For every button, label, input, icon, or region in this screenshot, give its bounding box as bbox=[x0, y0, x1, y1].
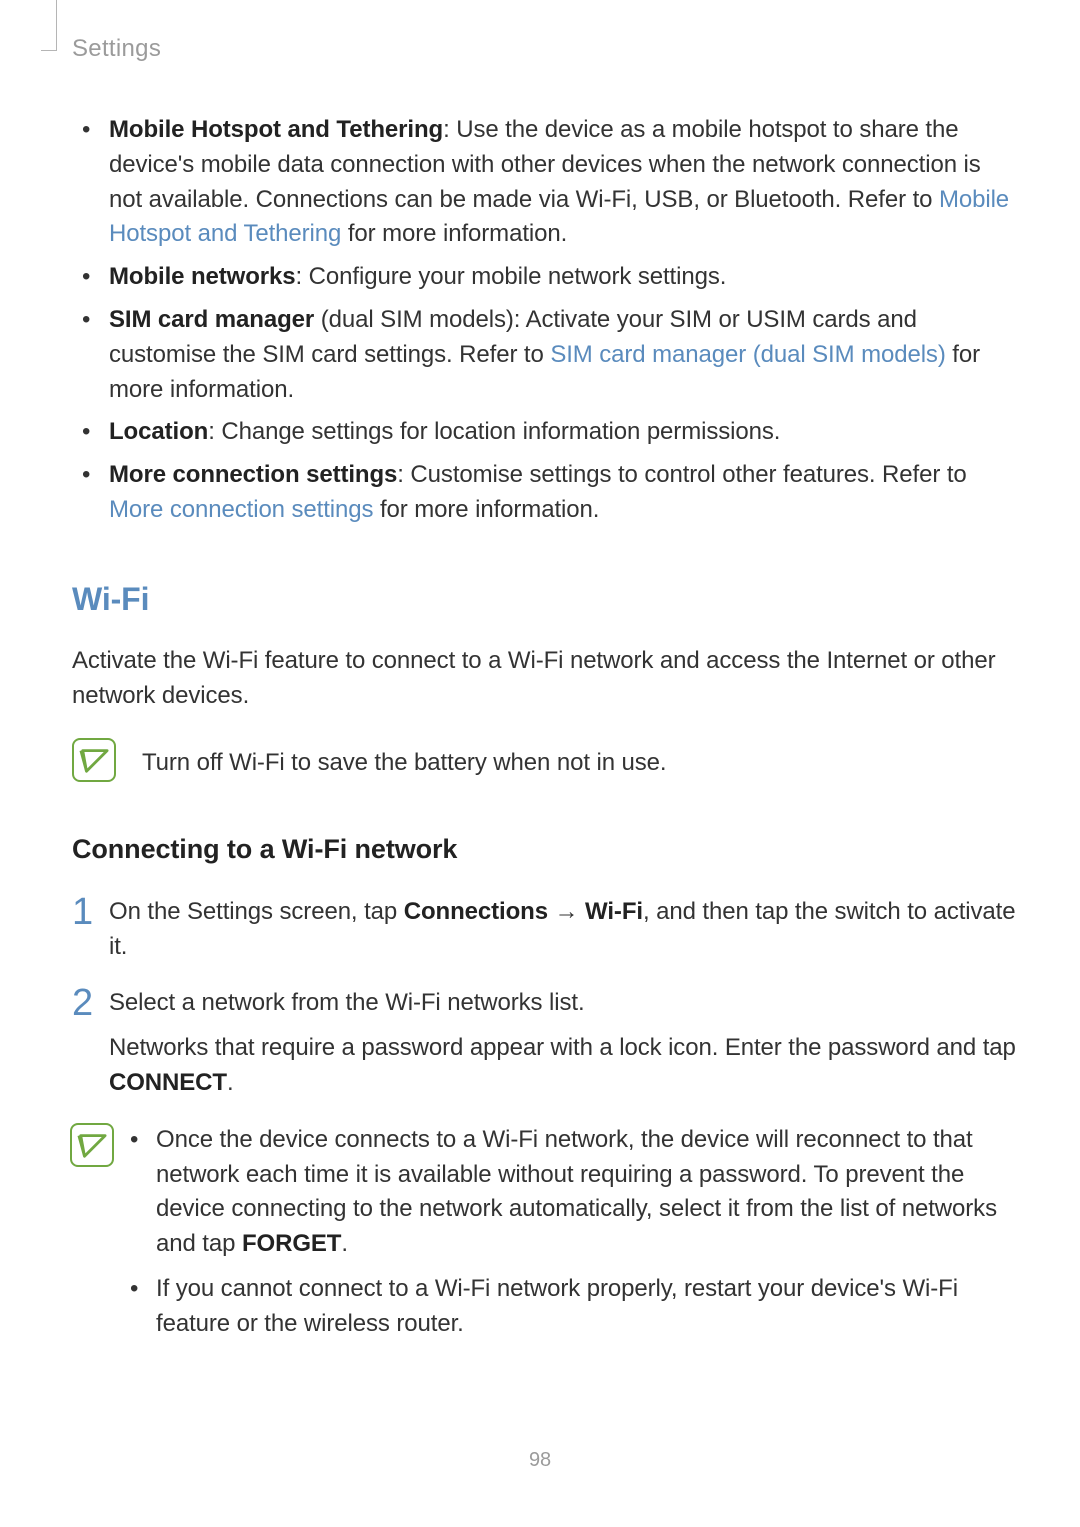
link-more[interactable]: More connection settings bbox=[109, 496, 373, 523]
text: If you cannot connect to a Wi-Fi network… bbox=[156, 1275, 958, 1337]
step-2: Select a network from the Wi-Fi networks… bbox=[72, 986, 1016, 1100]
text: Networks that require a password appear … bbox=[109, 1034, 1016, 1061]
arrow: → bbox=[548, 898, 585, 925]
note-row: Turn off Wi-Fi to save the battery when … bbox=[72, 738, 1016, 782]
list-item: Mobile networks: Configure your mobile n… bbox=[72, 260, 1016, 295]
feature-list: Mobile Hotspot and Tethering: Use the de… bbox=[72, 113, 1016, 528]
note-text: Turn off Wi-Fi to save the battery when … bbox=[142, 738, 1016, 781]
tab-indicator bbox=[41, 0, 57, 51]
label-bold: Connections bbox=[404, 898, 548, 925]
text: : Customise settings to control other fe… bbox=[397, 461, 966, 488]
list-item: If you cannot connect to a Wi-Fi network… bbox=[120, 1272, 1016, 1342]
label-bold: CONNECT bbox=[109, 1069, 227, 1096]
text: : Configure your mobile network settings… bbox=[296, 263, 727, 290]
text: : Change settings for location informati… bbox=[208, 418, 780, 445]
list-item: More connection settings: Customise sett… bbox=[72, 458, 1016, 528]
text: for more information. bbox=[341, 220, 567, 247]
label-bold: Wi-Fi bbox=[585, 898, 643, 925]
text: . bbox=[227, 1069, 234, 1096]
heading-connecting: Connecting to a Wi-Fi network bbox=[72, 830, 1016, 869]
heading-wifi: Wi-Fi bbox=[72, 576, 1016, 622]
wifi-intro: Activate the Wi-Fi feature to connect to… bbox=[72, 644, 1016, 714]
label-bold: SIM card manager bbox=[109, 306, 314, 333]
tip-list: Once the device connects to a Wi-Fi netw… bbox=[120, 1123, 1016, 1352]
page-number: 98 bbox=[0, 1446, 1080, 1475]
list-item: Location: Change settings for location i… bbox=[72, 415, 1016, 450]
text: On the Settings screen, tap bbox=[109, 898, 404, 925]
list-item: SIM card manager (dual SIM models): Acti… bbox=[72, 303, 1016, 407]
label-bold: Location bbox=[109, 418, 208, 445]
link-sim[interactable]: SIM card manager (dual SIM models) bbox=[550, 341, 945, 368]
note-icon-wrap bbox=[70, 1123, 120, 1167]
note-icon-wrap bbox=[72, 738, 122, 782]
label-bold: Mobile networks bbox=[109, 263, 296, 290]
note-block: Once the device connects to a Wi-Fi netw… bbox=[72, 1123, 1016, 1352]
step-2-sub: Networks that require a password appear … bbox=[109, 1031, 1016, 1101]
steps-list: On the Settings screen, tap Connections … bbox=[72, 895, 1016, 1101]
step-1: On the Settings screen, tap Connections … bbox=[72, 895, 1016, 965]
label-bold: More connection settings bbox=[109, 461, 397, 488]
text: for more information. bbox=[373, 496, 599, 523]
label-bold: Mobile Hotspot and Tethering bbox=[109, 116, 443, 143]
text: . bbox=[341, 1230, 348, 1257]
label-bold: FORGET bbox=[242, 1230, 341, 1257]
list-item: Once the device connects to a Wi-Fi netw… bbox=[120, 1123, 1016, 1262]
list-item: Mobile Hotspot and Tethering: Use the de… bbox=[72, 113, 1016, 252]
section-header: Settings bbox=[72, 32, 161, 67]
note-icon bbox=[70, 1123, 114, 1167]
page-content: Mobile Hotspot and Tethering: Use the de… bbox=[72, 113, 1016, 1352]
note-icon bbox=[72, 738, 116, 782]
text: Select a network from the Wi-Fi networks… bbox=[109, 989, 585, 1016]
page: Settings Mobile Hotspot and Tethering: U… bbox=[0, 0, 1080, 1527]
